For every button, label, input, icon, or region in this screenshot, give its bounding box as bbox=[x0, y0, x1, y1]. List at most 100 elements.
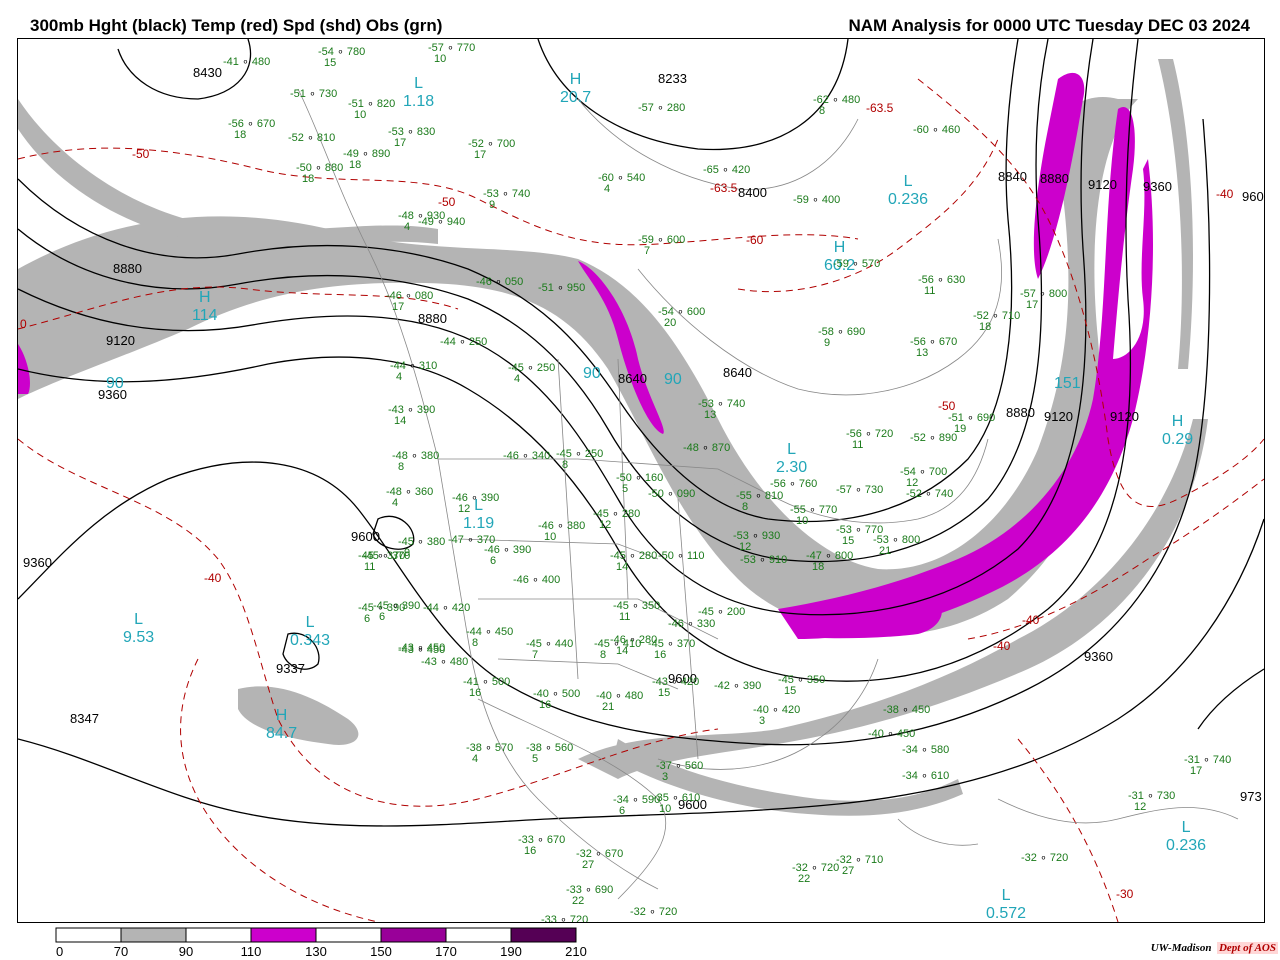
obs-height: 400 bbox=[541, 574, 561, 586]
station-obs: -51 ∘ 950 bbox=[538, 283, 585, 294]
obs-temp: -42 bbox=[714, 680, 730, 692]
obs-height: 720 bbox=[658, 906, 678, 918]
station-obs: -45 ∘ 410 8 bbox=[594, 639, 641, 661]
station-obs: -56 ∘ 630 11 bbox=[918, 275, 965, 297]
station-obs: -59 ∘ 400 bbox=[793, 195, 840, 206]
colorbar-swatch bbox=[120, 927, 187, 943]
obs-height: 730 bbox=[1156, 790, 1176, 802]
obs-height: 110 bbox=[686, 550, 705, 562]
obs-height: 420 bbox=[731, 164, 751, 176]
chart-title-left: 300mb Hght (black) Temp (red) Spd (shd) … bbox=[30, 16, 443, 35]
station-dot: ∘ bbox=[609, 638, 623, 650]
station-obs: -57 ∘ 800 17 bbox=[1020, 289, 1067, 311]
obs-dewpoint-dep: 9 bbox=[489, 199, 496, 211]
obs-dewpoint-dep: 13 bbox=[704, 409, 717, 421]
station-obs: -51 ∘ 820 10 bbox=[348, 99, 395, 121]
obs-dewpoint-dep: 10 bbox=[354, 109, 367, 121]
obs-temp: -32 bbox=[1021, 852, 1037, 864]
temp-label: -50 bbox=[132, 147, 150, 161]
colorbar-tick-label: 0 bbox=[56, 944, 63, 957]
obs-height: 760 bbox=[798, 478, 818, 490]
weather-map: 8430 8233 8400 8640 8840 8880 9120 9360 … bbox=[17, 38, 1265, 923]
obs-temp: -49 bbox=[418, 216, 434, 228]
obs-dewpoint-dep: 8 bbox=[600, 649, 607, 661]
station-obs: -54 ∘ 600 20 bbox=[658, 307, 705, 329]
temp-label: -50 bbox=[938, 399, 956, 413]
obs-height: 710 bbox=[864, 854, 884, 866]
obs-height: 740 bbox=[934, 488, 954, 500]
obs-height: 580 bbox=[930, 744, 950, 756]
station-obs: -53 ∘ 740 13 bbox=[698, 399, 745, 421]
station-obs: -38 ∘ 560 5 bbox=[526, 743, 573, 765]
station-obs: -49 ∘ 890 18 bbox=[343, 149, 390, 171]
height-label: 9337 bbox=[276, 661, 305, 676]
obs-height: 380 bbox=[420, 450, 440, 462]
obs-height: 340 bbox=[531, 450, 551, 462]
obs-height: 670 bbox=[546, 834, 566, 846]
station-dot: ∘ bbox=[463, 534, 477, 546]
obs-height: 390 bbox=[512, 544, 532, 556]
obs-dewpoint-dep: 14 bbox=[616, 561, 629, 573]
station-obs: -57 ∘ 280 bbox=[638, 103, 685, 114]
station-dot: ∘ bbox=[851, 484, 865, 496]
station-dot: ∘ bbox=[491, 276, 505, 288]
station-dot: ∘ bbox=[925, 432, 939, 444]
obs-temp: -59 bbox=[833, 258, 849, 270]
obs-temp: -65 bbox=[703, 164, 719, 176]
obs-height: 780 bbox=[346, 46, 366, 58]
obs-temp: -40 bbox=[868, 728, 884, 740]
obs-height: 910 bbox=[768, 554, 788, 566]
obs-height: 410 bbox=[622, 638, 642, 650]
station-obs: -32 ∘ 720 bbox=[630, 907, 677, 918]
pressure-center: L 1.18 bbox=[403, 75, 435, 110]
pressure-center: H 84.7 bbox=[266, 707, 298, 742]
colorbar-swatch bbox=[445, 927, 512, 943]
obs-dewpoint-dep: 6 bbox=[490, 555, 497, 567]
station-obs: -59 ∘ 600 7 bbox=[638, 235, 685, 257]
station-obs: -43 ∘ 390 14 bbox=[388, 405, 435, 427]
station-obs: -55 ∘ 810 8 bbox=[736, 491, 783, 513]
obs-dewpoint-dep: 8 bbox=[742, 501, 749, 513]
height-label: 8400 bbox=[738, 185, 767, 200]
station-obs: -38 ∘ 570 4 bbox=[466, 743, 513, 765]
obs-height: 390 bbox=[416, 404, 436, 416]
obs-height: 370 bbox=[676, 638, 696, 650]
station-dot: ∘ bbox=[433, 216, 447, 228]
station-obs: -43 ∘ 480 bbox=[421, 657, 468, 668]
station-obs: -43 ∘ 450 bbox=[398, 643, 445, 654]
obs-height: 670 bbox=[938, 336, 958, 348]
station-obs: -31 ∘ 730 12 bbox=[1128, 791, 1175, 813]
station-dot: ∘ bbox=[405, 360, 419, 372]
obs-height: 080 bbox=[414, 290, 434, 302]
obs-temp: -48 bbox=[683, 442, 699, 454]
station-dot: ∘ bbox=[928, 124, 942, 136]
station-obs: -44 ∘ 250 bbox=[440, 337, 487, 348]
station-obs: -32 ∘ 720 bbox=[1021, 853, 1068, 864]
obs-height: 800 bbox=[901, 534, 921, 546]
station-dot: ∘ bbox=[653, 102, 667, 114]
height-label: 8880 bbox=[113, 261, 142, 276]
obs-temp: -45 bbox=[698, 606, 714, 618]
obs-dewpoint-dep: 15 bbox=[324, 57, 337, 69]
pressure-center: 90 bbox=[583, 365, 601, 382]
station-obs: -65 ∘ 420 bbox=[703, 165, 750, 176]
obs-height: 610 bbox=[930, 770, 950, 782]
obs-height: 390 bbox=[480, 492, 500, 504]
obs-height: 380 bbox=[566, 520, 586, 532]
station-obs: -40 ∘ 480 21 bbox=[596, 691, 643, 713]
obs-height: 610 bbox=[681, 792, 701, 804]
obs-height: 820 bbox=[376, 98, 396, 110]
station-obs: -44 ∘ 310 4 bbox=[390, 361, 437, 383]
station-dot: ∘ bbox=[833, 326, 847, 338]
pressure-center: 90 bbox=[106, 375, 124, 392]
station-dot: ∘ bbox=[755, 554, 769, 566]
obs-height: 710 bbox=[1001, 310, 1021, 322]
station-obs: -45 ∘ 370 bbox=[363, 551, 410, 562]
station-obs: -46 ∘ 400 bbox=[513, 575, 560, 586]
obs-dewpoint-dep: 11 bbox=[852, 439, 864, 451]
obs-dewpoint-dep: 4 bbox=[514, 373, 521, 385]
station-dot: ∘ bbox=[378, 550, 392, 562]
station-obs: -60 ∘ 460 bbox=[913, 125, 960, 136]
station-obs: -54 ∘ 700 12 bbox=[900, 467, 947, 489]
obs-height: 570 bbox=[494, 742, 514, 754]
